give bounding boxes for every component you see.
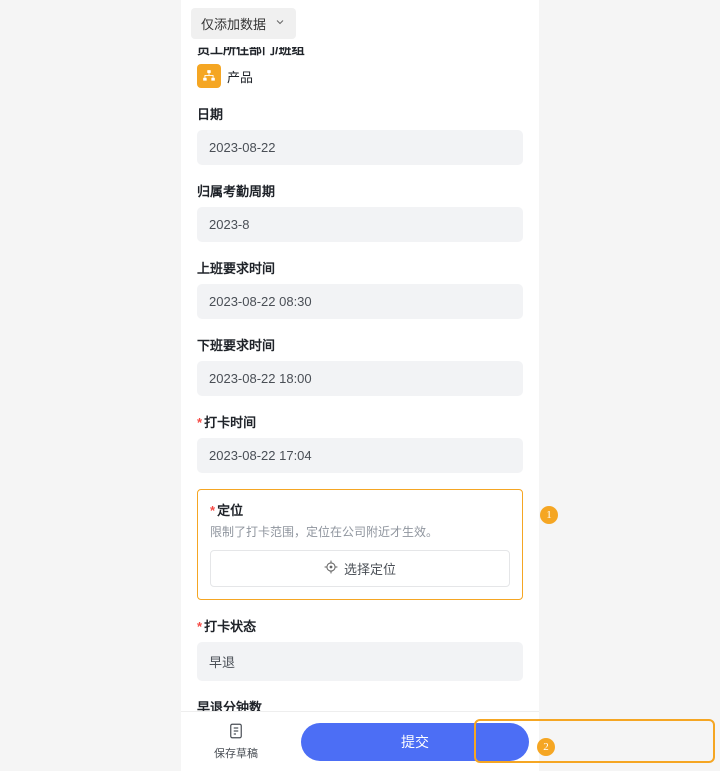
draft-icon xyxy=(227,722,245,743)
callout-1: 1 xyxy=(540,506,558,524)
work-start-label: 上班要求时间 xyxy=(197,258,523,277)
date-field[interactable]: 2023-08-22 xyxy=(197,130,523,165)
early-min-label: 早退分钟数 xyxy=(197,697,523,711)
dept-value: 产品 xyxy=(227,67,253,86)
status-group: *打卡状态 早退 xyxy=(197,616,523,681)
status-field[interactable]: 早退 xyxy=(197,642,523,681)
save-draft-label: 保存草稿 xyxy=(214,745,258,761)
clock-time-group: *打卡时间 2023-08-22 17:04 xyxy=(197,412,523,473)
submit-wrapper: 提交 xyxy=(291,723,539,761)
location-hint: 限制了打卡范围，定位在公司附近才生效。 xyxy=(210,523,510,540)
footer-bar: 保存草稿 提交 xyxy=(181,711,539,771)
top-bar: 仅添加数据 xyxy=(181,0,539,47)
early-min-group: 早退分钟数 56 xyxy=(197,697,523,711)
location-button-label: 选择定位 xyxy=(344,559,396,578)
org-tree-icon xyxy=(197,64,221,88)
location-group: *定位 限制了打卡范围，定位在公司附近才生效。 选择定位 xyxy=(197,489,523,600)
period-field-group: 归属考勤周期 2023-8 xyxy=(197,181,523,242)
work-end-group: 下班要求时间 2023-08-22 18:00 xyxy=(197,335,523,396)
period-label: 归属考勤周期 xyxy=(197,181,523,200)
work-end-field[interactable]: 2023-08-22 18:00 xyxy=(197,361,523,396)
date-field-group: 日期 2023-08-22 xyxy=(197,104,523,165)
clock-time-field[interactable]: 2023-08-22 17:04 xyxy=(197,438,523,473)
mode-selector[interactable]: 仅添加数据 xyxy=(191,8,296,39)
work-start-field[interactable]: 2023-08-22 08:30 xyxy=(197,284,523,319)
save-draft-button[interactable]: 保存草稿 xyxy=(181,712,291,771)
work-end-label: 下班要求时间 xyxy=(197,335,523,354)
date-label: 日期 xyxy=(197,104,523,123)
period-field[interactable]: 2023-8 xyxy=(197,207,523,242)
form-container: 仅添加数据 员工所住部门/班组 产品 日期 2023-08-22 归属考勤周期 … xyxy=(181,0,539,771)
select-location-button[interactable]: 选择定位 xyxy=(210,550,510,587)
submit-button[interactable]: 提交 xyxy=(301,723,529,761)
location-label: *定位 xyxy=(210,500,510,519)
clock-time-label: *打卡时间 xyxy=(197,412,523,431)
form-body: 员工所住部门/班组 产品 日期 2023-08-22 归属考勤周期 2023-8… xyxy=(181,47,539,711)
crosshair-icon xyxy=(324,560,338,577)
dept-tag: 产品 xyxy=(197,64,523,88)
location-highlight-box: *定位 限制了打卡范围，定位在公司附近才生效。 选择定位 xyxy=(197,489,523,600)
work-start-group: 上班要求时间 2023-08-22 08:30 xyxy=(197,258,523,319)
callout-2: 2 xyxy=(537,738,555,756)
status-label: *打卡状态 xyxy=(197,616,523,635)
chevron-down-icon xyxy=(274,16,286,31)
dept-field-label: 员工所住部门/班组 xyxy=(197,47,523,58)
mode-label: 仅添加数据 xyxy=(201,14,266,33)
